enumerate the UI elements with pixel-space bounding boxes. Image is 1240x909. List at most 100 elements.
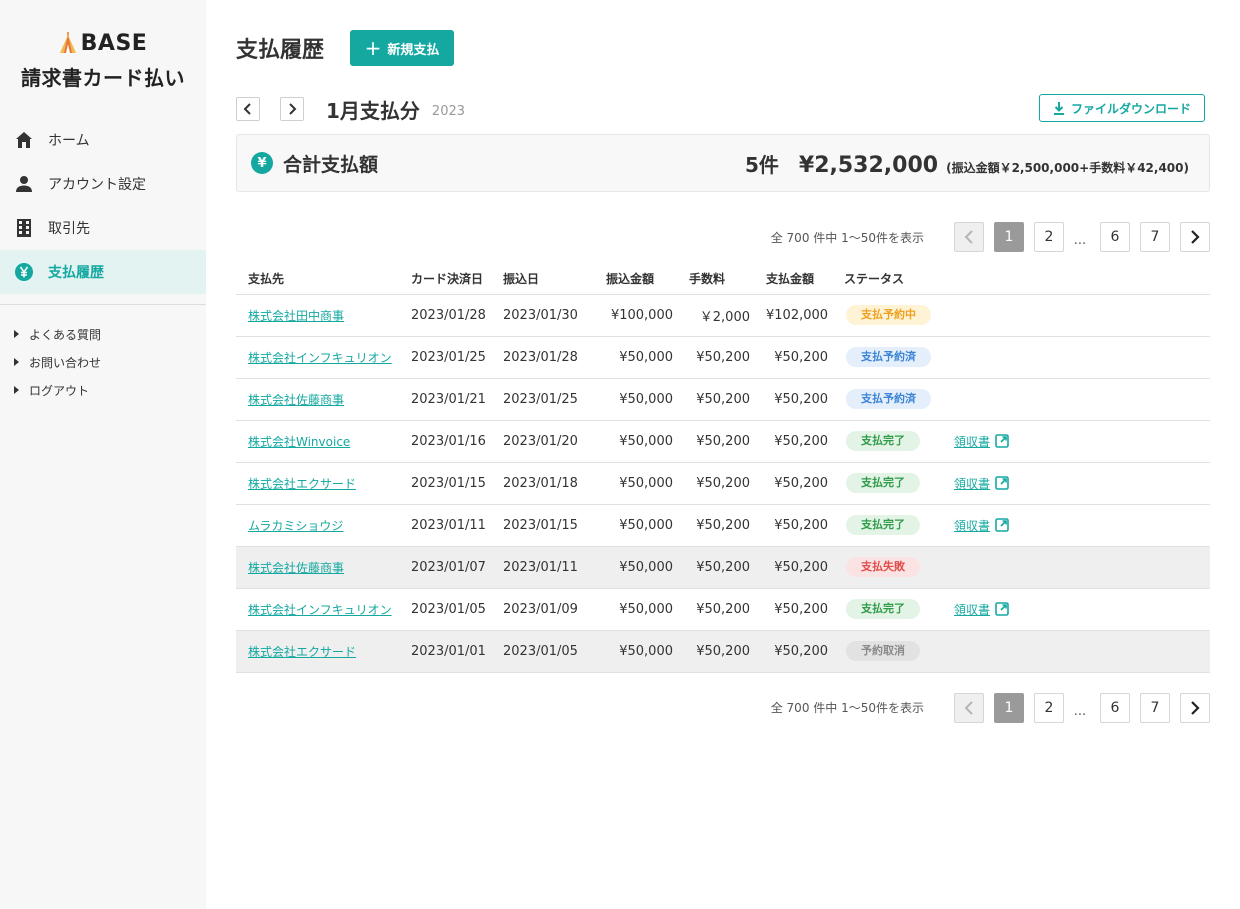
status-badge: 支払予約中 <box>846 305 932 325</box>
chevron-left-icon <box>243 103 251 115</box>
payee-link[interactable]: 株式会社Winvoice <box>248 435 350 449</box>
transfer-amount-cell: ¥50,000 <box>606 504 689 547</box>
period-year: 2023 <box>431 103 466 119</box>
column-header-card-date: カード決済日 <box>411 264 503 295</box>
sub-nav-logout[interactable]: ログアウト <box>0 376 206 404</box>
nav-divider <box>0 304 206 305</box>
page-button-7[interactable]: 7 <box>1140 222 1170 252</box>
sub-nav-faq[interactable]: よくある質問 <box>0 320 206 348</box>
pagination-summary: 全 700 件中 1〜50件を表示 <box>770 230 924 245</box>
payee-cell: 株式会社佐藤商事 <box>236 546 411 589</box>
payment-cell: ¥50,200 <box>766 462 845 505</box>
transfer-date-cell: 2023/01/20 <box>503 420 606 463</box>
brand-logo[interactable]: BASE <box>0 30 206 56</box>
column-header-transfer-amount: 振込金額 <box>606 264 689 295</box>
external-link-icon <box>995 602 1009 616</box>
page-button-2[interactable]: 2 <box>1034 692 1064 723</box>
status-badge: 支払完了 <box>846 599 921 619</box>
column-header-payment: 支払金額 <box>766 264 845 295</box>
payee-cell: ムラカミショウジ <box>236 504 411 547</box>
fee-cell: ¥50,200 <box>689 588 766 631</box>
nav-item-account-settings[interactable]: アカウント設定 <box>0 162 206 206</box>
table-row: 株式会社田中商事 2023/01/28 2023/01/30 ¥100,000 ￥2,0… <box>236 294 1210 337</box>
status-cell: 支払完了 <box>844 504 955 547</box>
page-button-6[interactable]: 6 <box>1100 692 1130 723</box>
fee-cell: ¥50,200 <box>689 630 766 673</box>
transfer-amount-cell: ¥50,000 <box>606 546 689 589</box>
card-date-cell: 2023/01/21 <box>411 378 503 421</box>
next-page-button[interactable] <box>1180 222 1210 252</box>
nav-item-payment-history[interactable]: 支払履歴 <box>0 250 206 294</box>
download-icon <box>1053 101 1064 115</box>
caret-right-icon <box>14 358 19 366</box>
payee-link[interactable]: ムラカミショウジ <box>248 519 343 533</box>
payee-link[interactable]: 株式会社インフキュリオン <box>248 351 392 365</box>
prev-page-button[interactable] <box>954 222 984 252</box>
receipt-label: 領収書 <box>954 476 991 491</box>
new-payment-button[interactable]: + 新規支払 <box>350 30 455 66</box>
nav-item-partners[interactable]: 取引先 <box>0 206 206 250</box>
file-download-label: ファイルダウンロード <box>1070 101 1191 116</box>
period-selector: 1月支払分 2023 ファイルダウンロード <box>236 94 1210 124</box>
card-date-cell: 2023/01/11 <box>411 504 503 547</box>
column-header-transfer-date: 振込日 <box>503 264 606 295</box>
total-breakdown: (振込金額￥2,500,000+手数料￥42,400) <box>946 160 1189 175</box>
transfer-amount-cell: ¥100,000 <box>606 294 689 337</box>
previous-month-button[interactable] <box>236 97 260 121</box>
status-cell: 支払予約済 <box>844 378 955 421</box>
page-button-6[interactable]: 6 <box>1100 222 1130 252</box>
payment-cell: ¥50,200 <box>766 630 845 673</box>
brand-subtitle: 請求書カード払い <box>21 66 185 90</box>
status-cell: 支払予約中 <box>844 294 955 337</box>
card-date-cell: 2023/01/15 <box>411 462 503 505</box>
payee-link[interactable]: 株式会社佐藤商事 <box>248 393 344 407</box>
payee-link[interactable]: 株式会社エクサード <box>248 477 356 491</box>
external-link-icon <box>995 434 1009 448</box>
card-date-cell: 2023/01/28 <box>411 294 503 337</box>
table-row: 株式会社佐藤商事 2023/01/07 2023/01/11 ¥50,000 ¥50,2… <box>236 546 1210 589</box>
status-cell: 支払完了 <box>844 420 955 463</box>
next-month-button[interactable] <box>280 97 304 121</box>
receipt-link[interactable]: 領収書 <box>954 517 1009 534</box>
payee-link[interactable]: 株式会社エクサード <box>248 645 356 659</box>
payee-link[interactable]: 株式会社インフキュリオン <box>248 603 392 617</box>
receipt-cell <box>954 546 1210 589</box>
payment-cell: ¥50,200 <box>766 546 845 589</box>
transfer-amount-cell: ¥50,000 <box>606 420 689 463</box>
total-amount: ¥2,532,000 <box>798 152 939 178</box>
total-summary: ¥ 合計支払額 5件 ¥2,532,000 (振込金額￥2,500,000+手数… <box>236 134 1210 192</box>
new-payment-label: 新規支払 <box>387 42 440 58</box>
payee-link[interactable]: 株式会社佐藤商事 <box>248 561 344 575</box>
page-button-2[interactable]: 2 <box>1034 222 1064 252</box>
transfer-date-cell: 2023/01/18 <box>503 462 606 505</box>
status-badge: 支払失敗 <box>846 557 921 577</box>
file-download-button[interactable]: ファイルダウンロード <box>1039 94 1205 122</box>
status-badge: 支払予約済 <box>846 347 932 367</box>
table-row: 株式会社インフキュリオン 2023/01/25 2023/01/28 ¥50,000 ¥… <box>236 336 1210 379</box>
external-link-icon <box>995 518 1009 532</box>
status-badge: 予約取消 <box>846 641 921 661</box>
receipt-cell: 領収書 <box>954 462 1210 505</box>
table-row: 株式会社佐藤商事 2023/01/21 2023/01/25 ¥50,000 ¥50,2… <box>236 378 1210 421</box>
page-button-1[interactable]: 1 <box>994 222 1024 252</box>
receipt-link[interactable]: 領収書 <box>954 433 1009 450</box>
receipt-link[interactable]: 領収書 <box>954 475 1009 492</box>
prev-page-button[interactable] <box>954 692 984 723</box>
payee-link[interactable]: 株式会社田中商事 <box>248 309 344 323</box>
nav-item-label: 支払履歴 <box>48 265 104 281</box>
page-button-7[interactable]: 7 <box>1140 692 1170 723</box>
status-cell: 支払予約済 <box>844 336 955 379</box>
page-button-1[interactable]: 1 <box>994 692 1024 723</box>
transfer-date-cell: 2023/01/05 <box>503 630 606 673</box>
receipt-link[interactable]: 領収書 <box>954 601 1009 618</box>
period-label: 1月支払分 <box>326 98 420 123</box>
sub-nav-contact[interactable]: お問い合わせ <box>0 348 206 376</box>
app-root: BASE 請求書カード払い ホーム アカウント設定 取引先 支払履歴 よくある質… <box>0 0 1240 909</box>
sidebar: BASE 請求書カード払い ホーム アカウント設定 取引先 支払履歴 よくある質… <box>0 0 206 909</box>
table-body: 株式会社田中商事 2023/01/28 2023/01/30 ¥100,000 ￥2,0… <box>236 294 1210 673</box>
receipt-cell <box>954 336 1210 379</box>
next-page-button[interactable] <box>1180 692 1210 723</box>
nav-item-home[interactable]: ホーム <box>0 118 206 162</box>
receipt-label: 領収書 <box>954 434 991 449</box>
column-header-receipt <box>954 264 1210 295</box>
